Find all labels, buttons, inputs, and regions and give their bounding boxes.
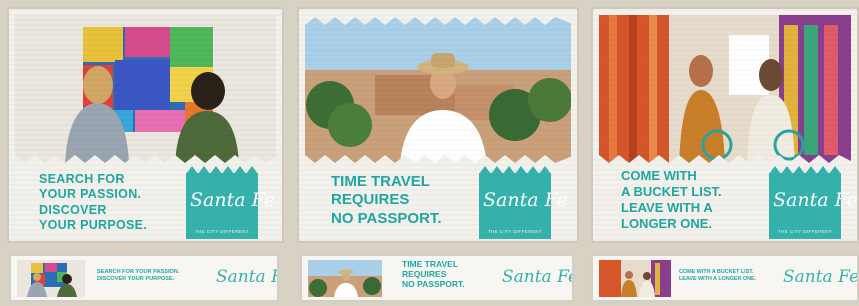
banner-ad-bucket-list: Come with a bucket list. Leave with a lo… [591, 254, 859, 302]
banner-text: Time travel requires no passport. [402, 259, 465, 289]
banner-thumbnail [308, 260, 382, 297]
ad-headline: Come with a bucket list. Leave with a lo… [621, 168, 722, 231]
ad-headline: Time travel requires no passport. [331, 173, 442, 228]
headline-line: Discover [39, 202, 107, 217]
banner-thumbnail [17, 260, 85, 297]
logo-tagline: THE CITY DIFFERENT [487, 229, 543, 234]
santa-fe-logo: Santa Fe THE CITY DIFFERENT [769, 166, 858, 239]
santa-fe-logo: Santa Fe THE CITY DIFFERENT [479, 166, 568, 239]
banner-logo-script: Santa Fe [783, 267, 859, 287]
banner-text: Come with a bucket list. Leave with a lo… [679, 269, 756, 283]
banner-thumbnail [599, 260, 671, 297]
ad-panel-passion: Search for your passion. Discover your p… [7, 7, 284, 243]
banner-logo-script: Santa Fe [502, 267, 574, 287]
ad-headline: Search for your passion. Discover your p… [39, 172, 147, 233]
banner-text-line: Search for your passion. [97, 269, 180, 275]
ad-panel-time-travel: Time travel requires no passport. Santa … [297, 7, 579, 243]
logo-tagline: THE CITY DIFFERENT [777, 229, 833, 234]
banner-text-line: Leave with a longer one. [679, 276, 757, 283]
adobe-landscape-photo [305, 15, 571, 165]
banner-ad-passion: Search for your passion. Discover your p… [9, 254, 279, 302]
banner-logo-script: Santa Fe [216, 267, 277, 287]
headline-line: your purpose. [39, 217, 148, 232]
banner-text-line: Discover your purpose. [97, 276, 175, 283]
headline-line: requires [331, 191, 410, 209]
headline-line: a bucket list. [621, 183, 722, 199]
headline-line: Search for [39, 172, 125, 186]
headline-line: Leave with a [621, 199, 713, 215]
colorful-street-photo [599, 15, 851, 165]
banner-text-line: Come with a bucket list. [679, 269, 754, 275]
logo-script: Santa Fe [190, 189, 275, 211]
banner-text: Search for your passion. Discover your p… [97, 269, 179, 284]
headline-line: Come with [621, 168, 697, 183]
banner-ad-time-travel: Time travel requires no passport. Santa … [300, 254, 574, 302]
headline-line: Time travel [331, 173, 430, 190]
museum-art-photo [15, 15, 276, 165]
ad-panel-bucket-list: Come with a bucket list. Leave with a lo… [591, 7, 859, 243]
santa-fe-logo: Santa Fe THE CITY DIFFERENT [186, 166, 275, 239]
headline-line: your passion. [39, 187, 142, 202]
headline-line: longer one. [621, 215, 713, 231]
logo-script: Santa Fe [483, 189, 568, 211]
headline-line: no passport. [331, 209, 442, 227]
logo-tagline: THE CITY DIFFERENT [194, 229, 250, 234]
banner-text-line: no passport. [402, 278, 465, 289]
logo-script: Santa Fe [773, 189, 858, 211]
